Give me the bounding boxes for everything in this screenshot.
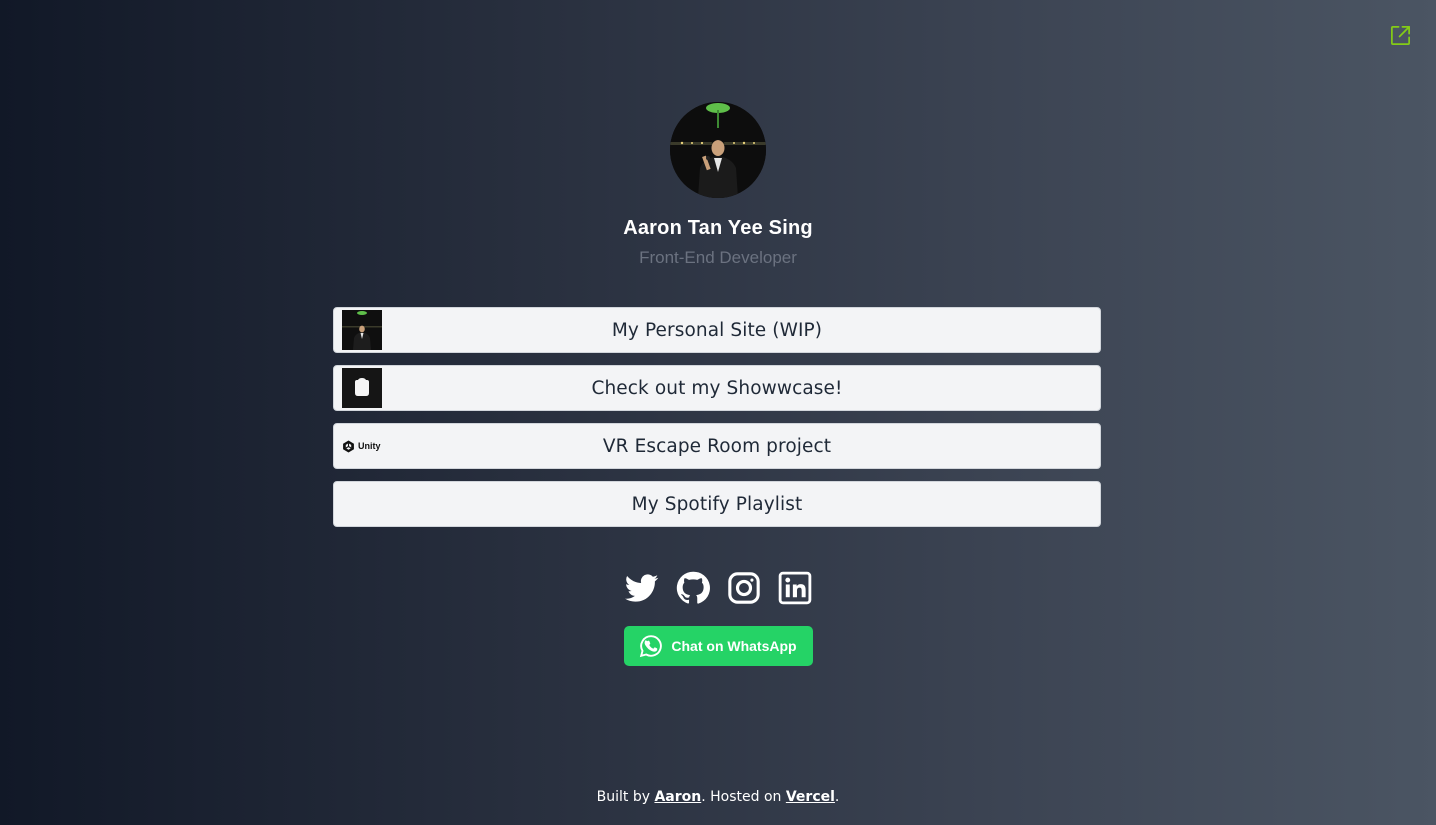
external-link-icon[interactable]	[1389, 24, 1412, 47]
footer-middle: . Hosted on	[701, 789, 786, 805]
link-list: My Personal Site (WIP) Check out my Show…	[333, 307, 1101, 527]
unity-logo-text: Unity	[358, 441, 381, 451]
profile-role: Front-End Developer	[639, 248, 797, 267]
profile-name: Aaron Tan Yee Sing	[623, 217, 813, 239]
instagram-icon[interactable]	[727, 571, 761, 605]
footer-prefix: Built by	[596, 789, 655, 805]
twitter-icon[interactable]	[624, 571, 659, 605]
person-photo-icon	[342, 310, 382, 350]
link-showwcase[interactable]: Check out my Showwcase!	[333, 365, 1101, 411]
footer: Built by Aaron. Hosted on Vercel.	[0, 789, 1436, 805]
link-vr-escape-room[interactable]: Unity VR Escape Room project	[333, 423, 1101, 469]
github-icon[interactable]	[676, 571, 710, 605]
link-spotify-playlist[interactable]: My Spotify Playlist	[333, 481, 1101, 527]
whatsapp-icon	[640, 635, 663, 658]
link-label: Check out my Showwcase!	[591, 377, 843, 399]
link-personal-site[interactable]: My Personal Site (WIP)	[333, 307, 1101, 353]
avatar	[670, 102, 766, 198]
linkedin-icon[interactable]	[778, 571, 812, 605]
footer-suffix: .	[834, 789, 840, 805]
person-photo-icon	[670, 102, 766, 198]
whatsapp-label: Chat on WhatsApp	[671, 638, 797, 654]
unity-logo-icon: Unity	[342, 426, 390, 466]
link-label: My Personal Site (WIP)	[611, 319, 823, 341]
showwcase-logo-icon	[342, 368, 382, 408]
social-links	[0, 571, 1436, 605]
whatsapp-wrap: Chat on WhatsApp	[0, 626, 1436, 666]
footer-author-link[interactable]: Aaron	[654, 789, 701, 805]
profile-header: Aaron Tan Yee Sing Front-End Developer	[0, 102, 1436, 268]
link-label: VR Escape Room project	[602, 435, 832, 457]
whatsapp-button[interactable]: Chat on WhatsApp	[623, 626, 813, 666]
footer-host-link[interactable]: Vercel	[786, 789, 835, 805]
link-label: My Spotify Playlist	[631, 493, 803, 515]
